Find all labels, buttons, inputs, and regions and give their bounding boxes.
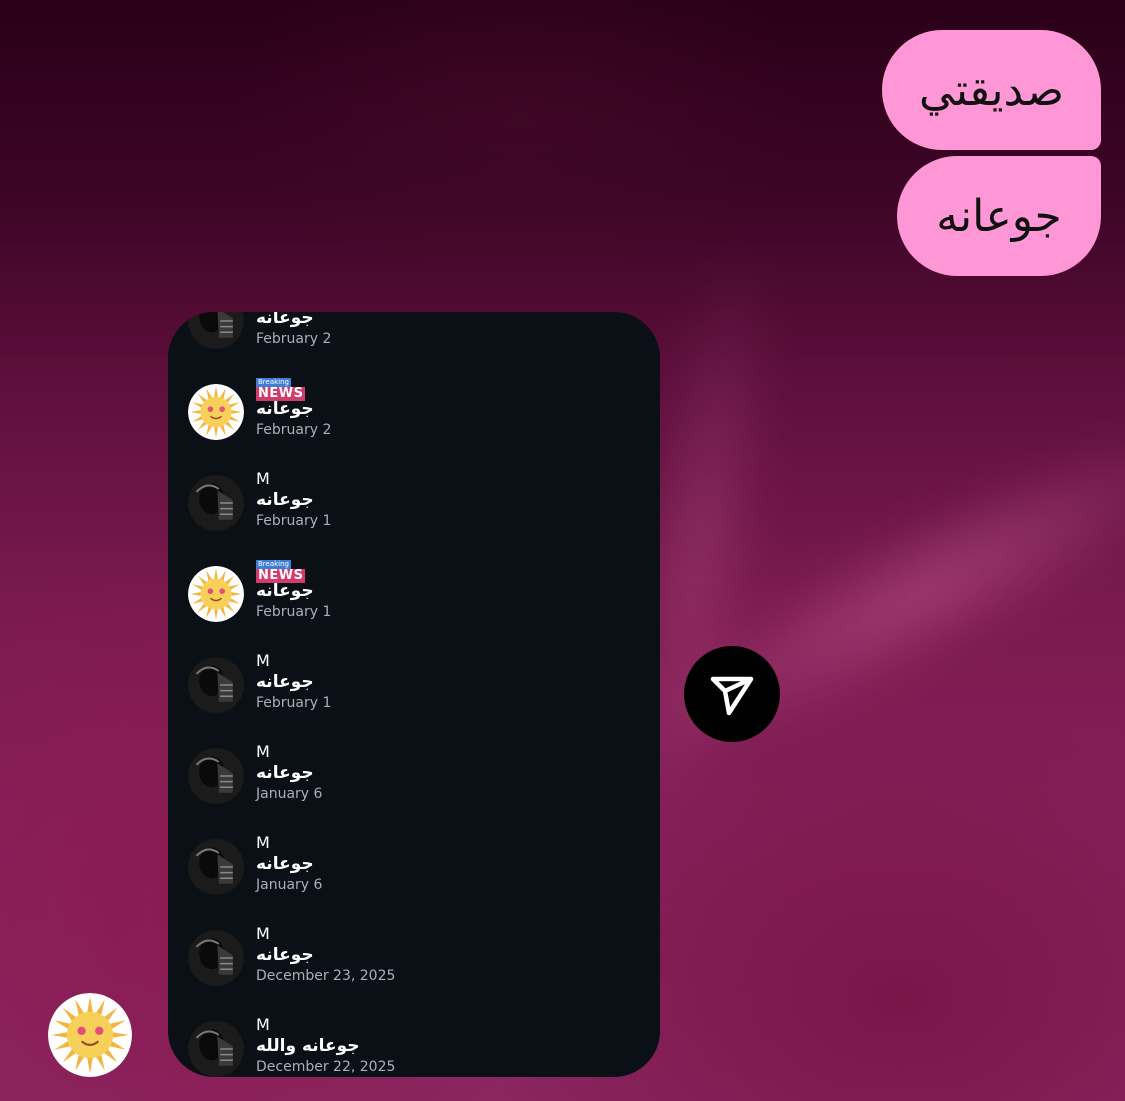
- avatar: [188, 657, 244, 713]
- list-item[interactable]: Breaking NEWS جوعانه February 2: [168, 356, 660, 447]
- list-item-meta: M جوعانه February 1: [256, 469, 331, 531]
- breaking-news-badge: Breaking NEWS: [256, 378, 331, 401]
- avatar: [188, 839, 244, 895]
- message-bubble[interactable]: صديقتي: [882, 30, 1101, 150]
- message-bubble[interactable]: جوعانه: [897, 156, 1101, 276]
- message-text: جوعانه والله: [256, 1036, 360, 1056]
- message-date: February 2: [256, 422, 332, 438]
- message-text: جوعانه: [256, 945, 314, 965]
- message-date: February 1: [256, 604, 332, 620]
- list-item[interactable]: M جوعانه January 6: [168, 720, 660, 811]
- message-text: جوعانه: [256, 581, 314, 601]
- message-date: December 23, 2025: [256, 968, 396, 984]
- list-item[interactable]: ...جوعانهFebruary 2: [168, 312, 660, 356]
- message-date: January 6: [256, 877, 323, 893]
- message-text: جوعانه: [256, 399, 314, 419]
- list-item-meta: ...جوعانهFebruary 2: [256, 312, 331, 349]
- send-icon: [710, 676, 754, 716]
- sender-name: M: [256, 469, 270, 488]
- list-item-meta: Breaking NEWS جوعانه February 2: [256, 378, 331, 440]
- list-item-meta: M جوعانه والله December 22, 2025: [256, 1015, 395, 1077]
- avatar: [188, 1021, 244, 1077]
- message-date: December 22, 2025: [256, 1059, 396, 1075]
- list-item-meta: M جوعانه December 23, 2025: [256, 924, 395, 986]
- message-text: جوعانه: [256, 854, 314, 874]
- sender-name: M: [256, 833, 270, 852]
- message-date: January 6: [256, 786, 323, 802]
- message-text: جوعانه: [256, 672, 314, 692]
- message-text: جوعانه: [256, 763, 314, 783]
- list-item-meta: M جوعانه February 1: [256, 651, 331, 713]
- list-item[interactable]: Breaking NEWS جوعانه February 1: [168, 538, 660, 629]
- sender-name: M: [256, 924, 270, 943]
- message-text: جوعانه: [256, 312, 314, 328]
- sender-name: M: [256, 1015, 270, 1034]
- badge-bottom-label: NEWS: [256, 386, 306, 401]
- sender-name: M: [256, 651, 270, 670]
- send-button[interactable]: [684, 646, 780, 742]
- list-item-meta: M جوعانه January 6: [256, 742, 322, 804]
- avatar: [188, 312, 244, 349]
- message-date: February 2: [256, 331, 332, 347]
- sender-name: M: [256, 742, 270, 761]
- replies-list: ...جوعانهFebruary 2 BreakingNEWSجوعانهFe…: [168, 312, 660, 1077]
- avatar: [188, 566, 244, 622]
- list-item[interactable]: M جوعانه February 1: [168, 629, 660, 720]
- badge-bottom-label: NEWS: [256, 568, 306, 583]
- list-item-meta: Breaking NEWS جوعانه February 1: [256, 560, 331, 622]
- message-text: جوعانه: [256, 490, 314, 510]
- avatar: [188, 384, 244, 440]
- avatar: [188, 748, 244, 804]
- breaking-news-badge: Breaking NEWS: [256, 560, 331, 583]
- list-item[interactable]: M جوعانه January 6: [168, 811, 660, 902]
- chat-screen: صديقتي جوعانه ...جوعانهFebruary 2 Breaki…: [0, 0, 1125, 1101]
- list-item-meta: M جوعانه January 6: [256, 833, 322, 895]
- message-date: February 1: [256, 695, 332, 711]
- message-date: February 1: [256, 513, 332, 529]
- replies-panel[interactable]: ...جوعانهFebruary 2 BreakingNEWSجوعانهFe…: [168, 312, 660, 1077]
- avatar: [188, 930, 244, 986]
- list-item[interactable]: M جوعانه February 1: [168, 447, 660, 538]
- avatar[interactable]: [48, 993, 132, 1077]
- avatar: [188, 475, 244, 531]
- list-item[interactable]: M جوعانه December 23, 2025: [168, 902, 660, 993]
- list-item[interactable]: M جوعانه والله December 22, 2025: [168, 993, 660, 1077]
